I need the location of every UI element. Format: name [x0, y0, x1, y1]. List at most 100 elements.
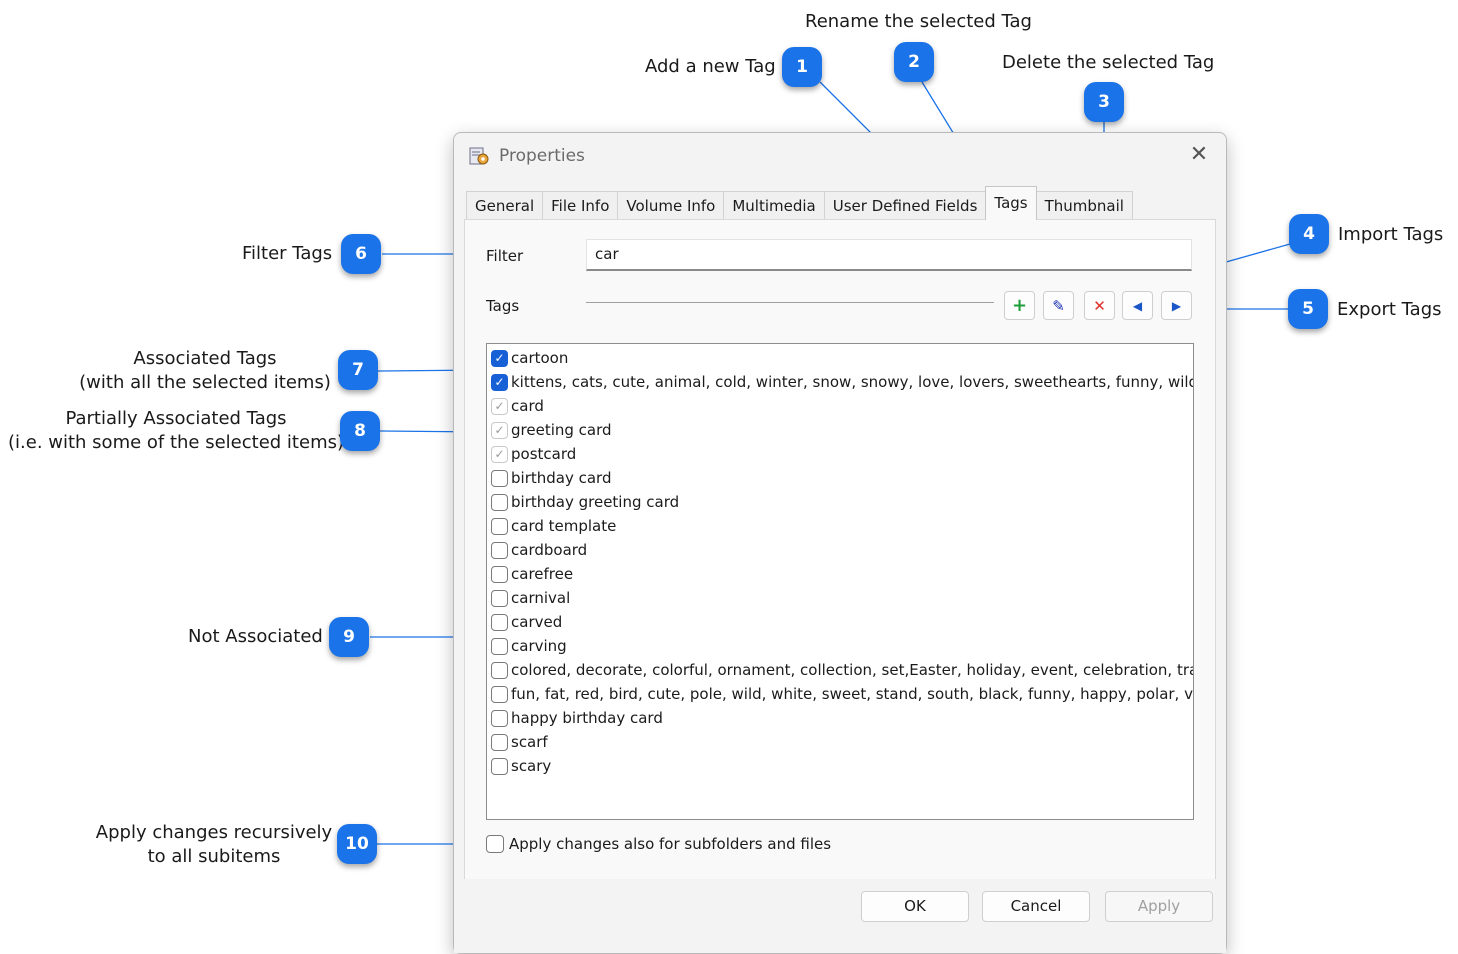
annotation-partial-line1: Partially Associated Tags: [65, 408, 287, 429]
badge-9: 9: [329, 617, 369, 657]
rename-tag-button[interactable]: ✎: [1043, 291, 1074, 320]
annotation-apply-recursive: Apply changes recursively to all subitem…: [92, 821, 336, 869]
tag-list-item[interactable]: carved: [491, 610, 562, 634]
close-icon[interactable]: ✕: [1184, 141, 1214, 169]
tag-checkbox[interactable]: [491, 517, 508, 535]
tag-list-item[interactable]: ✓ card: [491, 394, 544, 418]
export-tags-button[interactable]: ▶: [1161, 291, 1192, 320]
annotation-associated-line2: (with all the selected items): [79, 372, 331, 393]
tag-list-item[interactable]: scarf: [491, 730, 548, 754]
tag-label: kittens, cats, cute, animal, cold, winte…: [511, 373, 1194, 391]
tags-separator: [586, 302, 994, 303]
ok-button[interactable]: OK: [861, 891, 969, 922]
tab-tags[interactable]: Tags: [985, 186, 1037, 220]
badge-6: 6: [341, 234, 381, 274]
tag-checkbox[interactable]: [491, 685, 508, 703]
pencil-icon: ✎: [1052, 296, 1065, 315]
tag-label: greeting card: [511, 421, 612, 439]
annotation-add-tag: Add a new Tag: [645, 56, 776, 77]
delete-x-icon: ✕: [1093, 296, 1106, 315]
tag-label: scary: [511, 757, 552, 775]
tag-checkbox[interactable]: ✓: [491, 421, 508, 439]
tag-checkbox[interactable]: [491, 637, 508, 655]
apply-recursive-option[interactable]: Apply changes also for subfolders and fi…: [486, 835, 831, 853]
filter-input[interactable]: car: [586, 239, 1192, 271]
apply-recursive-label: Apply changes also for subfolders and fi…: [509, 835, 832, 853]
tag-list-item[interactable]: ✓ kittens, cats, cute, animal, cold, wint…: [491, 370, 1194, 394]
tab-volume-info[interactable]: Volume Info: [617, 191, 725, 220]
tag-list-item[interactable]: ✓ postcard: [491, 442, 576, 466]
tag-checkbox[interactable]: [491, 469, 508, 487]
tag-checkbox[interactable]: [491, 565, 508, 583]
tag-label: carefree: [511, 565, 574, 583]
tag-list-item[interactable]: colored, decorate, colorful, ornament, c…: [491, 658, 1194, 682]
tag-list-item[interactable]: carving: [491, 634, 567, 658]
tag-label: cartoon: [511, 349, 569, 367]
tag-checkbox[interactable]: [491, 661, 508, 679]
tag-list-item[interactable]: cardboard: [491, 538, 587, 562]
arrow-right-icon: ▶: [1171, 298, 1182, 313]
tag-list-item[interactable]: ✓ cartoon: [491, 346, 568, 370]
tag-checkbox[interactable]: [491, 709, 508, 727]
annotation-associated-tags: Associated Tags (with all the selected i…: [70, 347, 340, 395]
import-tags-button[interactable]: ◀: [1122, 291, 1153, 320]
tag-list-item[interactable]: carnival: [491, 586, 570, 610]
cancel-button[interactable]: Cancel: [982, 891, 1090, 922]
apply-recursive-checkbox[interactable]: [486, 835, 504, 853]
tag-label: card template: [511, 517, 617, 535]
tag-checkbox[interactable]: ✓: [491, 349, 508, 367]
badge-7: 7: [338, 350, 378, 390]
apply-button[interactable]: Apply: [1105, 891, 1213, 922]
annotation-recursive-line2: to all subitems: [147, 846, 281, 867]
add-tag-button[interactable]: +: [1004, 291, 1035, 320]
tag-checkbox[interactable]: [491, 589, 508, 607]
tag-list-item[interactable]: happy birthday card: [491, 706, 663, 730]
tag-checkbox[interactable]: [491, 613, 508, 631]
tab-user-defined-fields[interactable]: User Defined Fields: [823, 191, 987, 220]
tag-list-item[interactable]: fun, fat, red, bird, cute, pole, wild, w…: [491, 682, 1193, 706]
badge-5: 5: [1288, 289, 1328, 329]
properties-dialog: Properties ✕ General File Info Volume In…: [453, 132, 1227, 954]
badge-3: 3: [1084, 82, 1124, 122]
tag-label: card: [511, 397, 544, 415]
tag-label: carved: [511, 613, 563, 631]
delete-tag-button[interactable]: ✕: [1084, 291, 1115, 320]
tab-bar: General File Info Volume Info Multimedia…: [466, 186, 1133, 220]
tag-checkbox[interactable]: ✓: [491, 373, 508, 391]
tab-multimedia[interactable]: Multimedia: [723, 191, 825, 220]
tag-checkbox[interactable]: [491, 493, 508, 511]
tag-checkbox[interactable]: ✓: [491, 445, 508, 463]
tag-list-item[interactable]: ✓ greeting card: [491, 418, 612, 442]
tab-general[interactable]: General: [466, 191, 544, 220]
tag-checkbox[interactable]: [491, 757, 508, 775]
badge-8: 8: [340, 411, 380, 451]
tag-label: birthday greeting card: [511, 493, 680, 511]
annotation-not-associated: Not Associated: [188, 626, 323, 647]
badge-10: 10: [337, 824, 377, 864]
tag-list-item[interactable]: birthday card: [491, 466, 611, 490]
annotation-export-tags: Export Tags: [1337, 299, 1442, 320]
annotation-rename-tag: Rename the selected Tag: [805, 11, 1032, 32]
tag-list-item[interactable]: card template: [491, 514, 616, 538]
tag-label: birthday card: [511, 469, 612, 487]
tag-checkbox[interactable]: ✓: [491, 397, 508, 415]
tag-list-item[interactable]: scary: [491, 754, 551, 778]
tag-list-item[interactable]: birthday greeting card: [491, 490, 679, 514]
annotation-partial-line2: (i.e. with some of the selected items): [8, 432, 344, 453]
filter-label: Filter: [486, 247, 524, 265]
badge-4: 4: [1289, 214, 1329, 254]
tag-label: cardboard: [511, 541, 588, 559]
title-bar[interactable]: Properties ✕: [454, 133, 1226, 177]
tag-label: colored, decorate, colorful, ornament, c…: [511, 661, 1194, 679]
tags-list[interactable]: ✓ cartoon ✓ kittens, cats, cute, animal, co…: [486, 343, 1194, 820]
tag-checkbox[interactable]: [491, 541, 508, 559]
tab-thumbnail[interactable]: Thumbnail: [1035, 191, 1133, 220]
tag-label: postcard: [511, 445, 577, 463]
tab-file-info[interactable]: File Info: [542, 191, 619, 220]
tag-label: carnival: [511, 589, 571, 607]
tag-label: fun, fat, red, bird, cute, pole, wild, w…: [511, 685, 1193, 703]
tag-label: carving: [511, 637, 567, 655]
tag-list-item[interactable]: carefree: [491, 562, 573, 586]
tag-checkbox[interactable]: [491, 733, 508, 751]
annotation-associated-line1: Associated Tags: [133, 348, 277, 369]
